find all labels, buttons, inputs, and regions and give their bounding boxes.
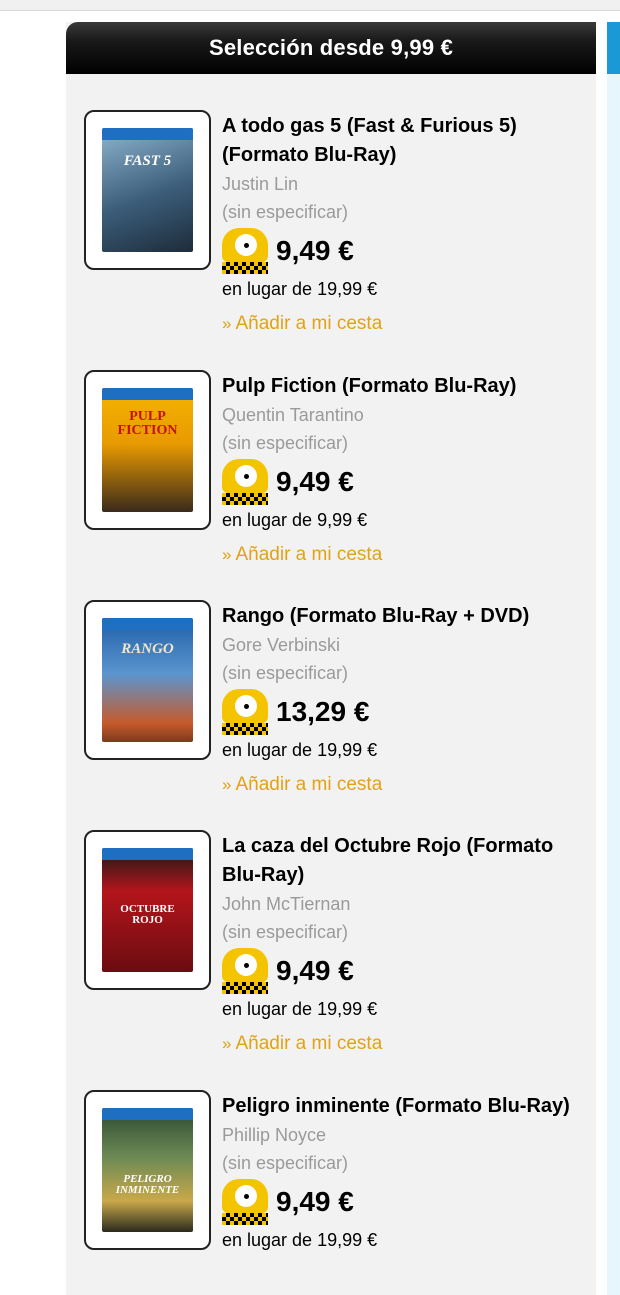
cover-title: PELIGRO INMINENTE — [115, 1173, 180, 1196]
product-director: Justin Lin — [222, 174, 299, 194]
chevron-right-icon: » — [222, 314, 232, 333]
product-info: Rango (Formato Blu-Ray + DVD) Gore Verbi… — [222, 602, 592, 803]
product-meta: (sin especificar) — [222, 663, 349, 683]
price-row: 13,29 € — [222, 689, 592, 735]
product-thumbnail[interactable]: FAST 5 — [84, 110, 211, 270]
product-director: Phillip Noyce — [222, 1125, 327, 1145]
add-to-cart-link[interactable]: » Añadir a mi cesta — [222, 537, 592, 573]
add-to-cart-link[interactable]: » Añadir a mi cesta — [222, 767, 592, 803]
chevron-right-icon: » — [222, 775, 232, 794]
chevron-right-icon: » — [222, 1034, 232, 1053]
product-thumbnail[interactable]: PELIGRO INMINENTE — [84, 1090, 211, 1250]
product-price: 13,29 € — [276, 696, 370, 727]
product-price: 9,49 € — [276, 235, 354, 266]
price-badge-icon — [222, 228, 268, 274]
bluray-band — [102, 618, 193, 630]
product-cover-image: FAST 5 — [102, 128, 193, 252]
product-title[interactable]: Pulp Fiction (Formato Blu-Ray) — [222, 372, 592, 401]
right-sidebar-header — [607, 22, 620, 74]
original-price: en lugar de 19,99 € — [222, 999, 378, 1019]
price-row: 9,49 € — [222, 459, 592, 505]
chevron-right-icon: » — [222, 545, 232, 564]
product-title[interactable]: La caza del Octubre Rojo (Formato Blu-Ra… — [222, 832, 592, 890]
product-cover-image: RANGO — [102, 618, 193, 742]
product-title[interactable]: Rango (Formato Blu-Ray + DVD) — [222, 602, 592, 631]
original-price: en lugar de 19,99 € — [222, 1230, 378, 1250]
bluray-band — [102, 848, 193, 860]
product-thumbnail[interactable]: RANGO — [84, 600, 211, 760]
product-cover-image: PULP FICTION — [102, 388, 193, 512]
add-to-cart-link[interactable]: » Añadir a mi cesta — [222, 1026, 592, 1062]
product-info: Peligro inminente (Formato Blu-Ray) Phil… — [222, 1092, 592, 1255]
original-price: en lugar de 9,99 € — [222, 510, 368, 530]
cover-title: RANGO — [121, 641, 174, 657]
product-meta: (sin especificar) — [222, 922, 349, 942]
product-director: Quentin Tarantino — [222, 405, 364, 425]
cover-title: FAST 5 — [123, 153, 172, 169]
add-to-cart-label: Añadir a mi cesta — [235, 544, 383, 565]
product-thumbnail[interactable]: PULP FICTION — [84, 370, 211, 530]
add-to-cart-label: Añadir a mi cesta — [235, 313, 383, 334]
product-meta: (sin especificar) — [222, 202, 349, 222]
bluray-band — [102, 388, 193, 400]
bluray-band — [102, 128, 193, 140]
product-cover-image: OCTUBRE ROJO — [102, 848, 193, 972]
product-info: La caza del Octubre Rojo (Formato Blu-Ra… — [222, 832, 592, 1062]
price-badge-icon — [222, 1179, 268, 1225]
price-row: 9,49 € — [222, 1179, 592, 1225]
original-price: en lugar de 19,99 € — [222, 279, 378, 299]
product-title[interactable]: Peligro inminente (Formato Blu-Ray) — [222, 1092, 592, 1121]
product-cover-image: PELIGRO INMINENTE — [102, 1108, 193, 1232]
product-price: 9,49 € — [276, 955, 354, 986]
product-info: A todo gas 5 (Fast & Furious 5) (Formato… — [222, 112, 592, 342]
right-sidebar-edge — [607, 22, 620, 1295]
add-to-cart-link[interactable]: » Añadir a mi cesta — [222, 306, 592, 342]
price-row: 9,49 € — [222, 228, 592, 274]
price-badge-icon — [222, 459, 268, 505]
product-price: 9,49 € — [276, 466, 354, 497]
product-director: John McTiernan — [222, 894, 351, 914]
product-meta: (sin especificar) — [222, 433, 349, 453]
selection-panel: Selección desde 9,99 € FAST 5 A todo gas… — [66, 22, 596, 1295]
product-info: Pulp Fiction (Formato Blu-Ray) Quentin T… — [222, 372, 592, 573]
add-to-cart-label: Añadir a mi cesta — [235, 774, 383, 795]
price-badge-icon — [222, 948, 268, 994]
product-thumbnail[interactable]: OCTUBRE ROJO — [84, 830, 211, 990]
original-price: en lugar de 19,99 € — [222, 740, 378, 760]
top-strip — [0, 0, 620, 11]
price-badge-icon — [222, 689, 268, 735]
product-director: Gore Verbinski — [222, 635, 341, 655]
product-meta: (sin especificar) — [222, 1153, 349, 1173]
cover-title: PULP FICTION — [117, 409, 178, 438]
price-row: 9,49 € — [222, 948, 592, 994]
add-to-cart-label: Añadir a mi cesta — [235, 1033, 383, 1054]
product-title[interactable]: A todo gas 5 (Fast & Furious 5) (Formato… — [222, 112, 592, 170]
panel-header: Selección desde 9,99 € — [66, 22, 596, 74]
cover-title: OCTUBRE ROJO — [120, 903, 175, 926]
product-price: 9,49 € — [276, 1186, 354, 1217]
bluray-band — [102, 1108, 193, 1120]
